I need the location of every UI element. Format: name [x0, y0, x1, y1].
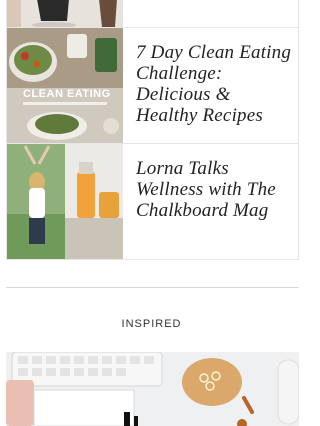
article-thumbnail: [7, 144, 123, 259]
article-thumbnail: [7, 0, 123, 27]
thumbnail-overlay-line: [23, 102, 107, 105]
inspired-article-image[interactable]: [6, 352, 299, 426]
article-title[interactable]: 7 Day Clean Eating Challenge: Delicious …: [136, 42, 294, 126]
section-divider: [6, 287, 299, 288]
article-card-lorna-wellness[interactable]: Lorna Talks Wellness with The Chalkboard…: [6, 143, 299, 260]
article-thumbnail: CLEAN EATING: [7, 28, 123, 143]
thumbnail-overlay-text: CLEAN EATING: [23, 88, 111, 100]
section-heading: INSPIRED: [121, 318, 182, 330]
article-title[interactable]: Lorna Talks Wellness with The Chalkboard…: [136, 158, 294, 221]
article-card-clean-eating[interactable]: CLEAN EATING 7 Day Clean Eating Challeng…: [6, 27, 299, 144]
article-card-partial[interactable]: [6, 0, 299, 28]
